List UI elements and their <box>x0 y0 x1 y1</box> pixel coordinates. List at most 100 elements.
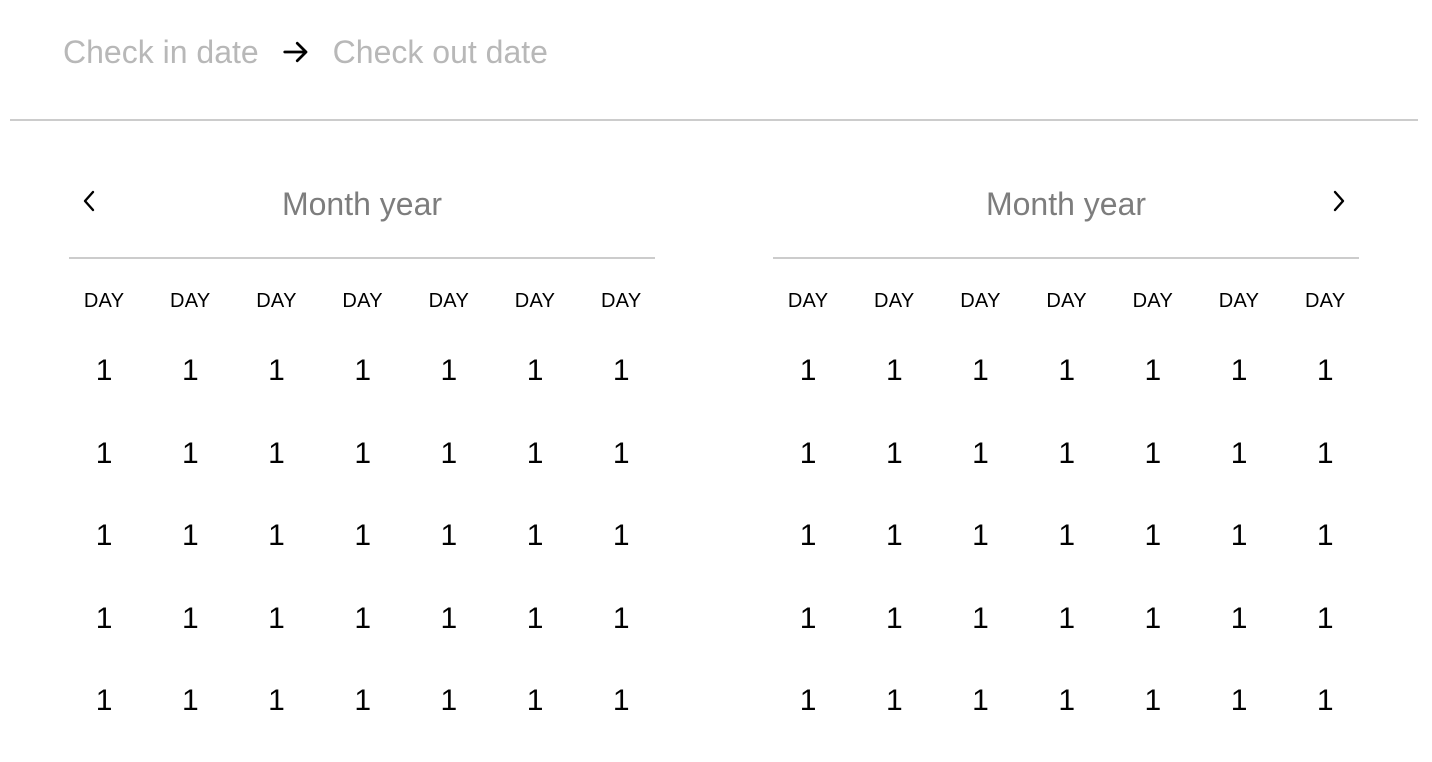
day-cell[interactable]: 1 <box>61 679 147 723</box>
weekday-header-row: DAY DAY DAY DAY DAY DAY DAY <box>765 287 1359 315</box>
next-month-button[interactable] <box>1323 186 1353 216</box>
day-cell[interactable]: 1 <box>492 514 578 558</box>
weekday-label: DAY <box>1218 290 1260 312</box>
date-range-header: Check in date Check out date <box>10 0 1418 121</box>
day-cell[interactable]: 1 <box>233 349 319 393</box>
day-cell[interactable]: 1 <box>406 514 492 558</box>
day-cell[interactable]: 1 <box>1196 514 1282 558</box>
day-cell[interactable]: 1 <box>578 432 664 476</box>
day-cell[interactable]: 1 <box>1024 597 1110 641</box>
weekday-label: DAY <box>787 290 829 312</box>
day-cell[interactable]: 1 <box>492 432 578 476</box>
day-cell[interactable]: 1 <box>937 514 1023 558</box>
day-cell[interactable]: 1 <box>320 679 406 723</box>
weekday-label: DAY <box>1304 290 1346 312</box>
day-cell[interactable]: 1 <box>233 679 319 723</box>
day-cell[interactable]: 1 <box>1282 597 1368 641</box>
weekday-label: DAY <box>960 290 1001 312</box>
day-cell[interactable]: 1 <box>61 514 147 558</box>
day-cell[interactable]: 1 <box>406 597 492 641</box>
day-cell[interactable]: 1 <box>320 597 406 641</box>
weekday-label: DAY <box>256 290 297 312</box>
weekday-label: DAY <box>83 290 125 312</box>
day-cell[interactable]: 1 <box>61 349 147 393</box>
day-cell[interactable]: 1 <box>233 597 319 641</box>
day-cell[interactable]: 1 <box>147 679 233 723</box>
day-cell[interactable]: 1 <box>1282 349 1368 393</box>
day-cell[interactable]: 1 <box>1110 349 1196 393</box>
day-cell[interactable]: 1 <box>61 432 147 476</box>
day-grid: 11111111111111111111111111111111111 <box>765 349 1359 762</box>
day-cell[interactable]: 1 <box>1024 349 1110 393</box>
day-cell[interactable]: 1 <box>1110 597 1196 641</box>
day-cell[interactable]: 1 <box>851 597 937 641</box>
weekday-label: DAY <box>514 290 556 312</box>
day-cell[interactable]: 1 <box>1110 432 1196 476</box>
day-cell[interactable]: 1 <box>851 679 937 723</box>
weekday-header-row: DAY DAY DAY DAY DAY DAY DAY <box>61 287 655 315</box>
check-out-date-field[interactable]: Check out date <box>333 30 548 74</box>
weekday-label: DAY <box>170 290 211 312</box>
day-cell[interactable]: 1 <box>578 597 664 641</box>
day-cell[interactable]: 1 <box>233 432 319 476</box>
day-cell[interactable]: 1 <box>851 349 937 393</box>
arrow-right-icon <box>283 41 308 63</box>
day-cell[interactable]: 1 <box>1196 432 1282 476</box>
day-cell[interactable]: 1 <box>320 432 406 476</box>
day-cell[interactable]: 1 <box>147 349 233 393</box>
day-cell[interactable]: 1 <box>765 597 851 641</box>
weekday-label: DAY <box>874 290 915 312</box>
day-cell[interactable]: 1 <box>1024 514 1110 558</box>
day-cell[interactable]: 1 <box>406 679 492 723</box>
day-cell[interactable]: 1 <box>1196 597 1282 641</box>
day-cell[interactable]: 1 <box>147 597 233 641</box>
day-cell[interactable]: 1 <box>147 432 233 476</box>
chevron-right-icon <box>1333 190 1345 212</box>
month-header: Month year <box>69 150 655 259</box>
day-cell[interactable]: 1 <box>851 432 937 476</box>
day-cell[interactable]: 1 <box>765 679 851 723</box>
weekday-label: DAY <box>600 290 642 312</box>
day-cell[interactable]: 1 <box>937 679 1023 723</box>
day-cell[interactable]: 1 <box>578 514 664 558</box>
day-cell[interactable]: 1 <box>1024 679 1110 723</box>
day-grid: 11111111111111111111111111111111111 <box>61 349 655 762</box>
day-cell[interactable]: 1 <box>492 597 578 641</box>
day-cell[interactable]: 1 <box>1110 514 1196 558</box>
day-cell[interactable]: 1 <box>492 349 578 393</box>
calendar-month-left: Month year DAY DAY DAY DAY DAY DAY DAY 1111111… <box>69 150 655 762</box>
month-title: Month year <box>281 186 443 222</box>
day-cell[interactable]: 1 <box>765 349 851 393</box>
day-cell[interactable]: 1 <box>851 514 937 558</box>
day-cell[interactable]: 1 <box>937 349 1023 393</box>
day-cell[interactable]: 1 <box>1282 514 1368 558</box>
day-cell[interactable]: 1 <box>1282 432 1368 476</box>
day-cell[interactable]: 1 <box>1024 432 1110 476</box>
day-cell[interactable]: 1 <box>765 514 851 558</box>
weekday-label: DAY <box>342 290 383 312</box>
day-cell[interactable]: 1 <box>1282 679 1368 723</box>
day-cell[interactable]: 1 <box>937 597 1023 641</box>
day-cell[interactable]: 1 <box>765 432 851 476</box>
month-header: Month year <box>773 150 1359 259</box>
day-cell[interactable]: 1 <box>61 597 147 641</box>
month-title: Month year <box>985 186 1147 222</box>
day-cell[interactable]: 1 <box>937 432 1023 476</box>
weekday-label: DAY <box>428 290 470 312</box>
day-cell[interactable]: 1 <box>578 349 664 393</box>
day-cell[interactable]: 1 <box>1196 349 1282 393</box>
check-in-date-field[interactable]: Check in date <box>63 30 259 74</box>
day-cell[interactable]: 1 <box>406 349 492 393</box>
day-cell[interactable]: 1 <box>492 679 578 723</box>
day-cell[interactable]: 1 <box>320 514 406 558</box>
day-cell[interactable]: 1 <box>406 432 492 476</box>
date-range-inputs: Check in date Check out date <box>63 30 548 74</box>
weekday-label: DAY <box>1046 290 1087 312</box>
day-cell[interactable]: 1 <box>147 514 233 558</box>
calendar-month-right: Month year DAY DAY DAY DAY DAY DAY DAY 1111111… <box>773 150 1359 762</box>
day-cell[interactable]: 1 <box>578 679 664 723</box>
day-cell[interactable]: 1 <box>1196 679 1282 723</box>
day-cell[interactable]: 1 <box>320 349 406 393</box>
day-cell[interactable]: 1 <box>233 514 319 558</box>
day-cell[interactable]: 1 <box>1110 679 1196 723</box>
